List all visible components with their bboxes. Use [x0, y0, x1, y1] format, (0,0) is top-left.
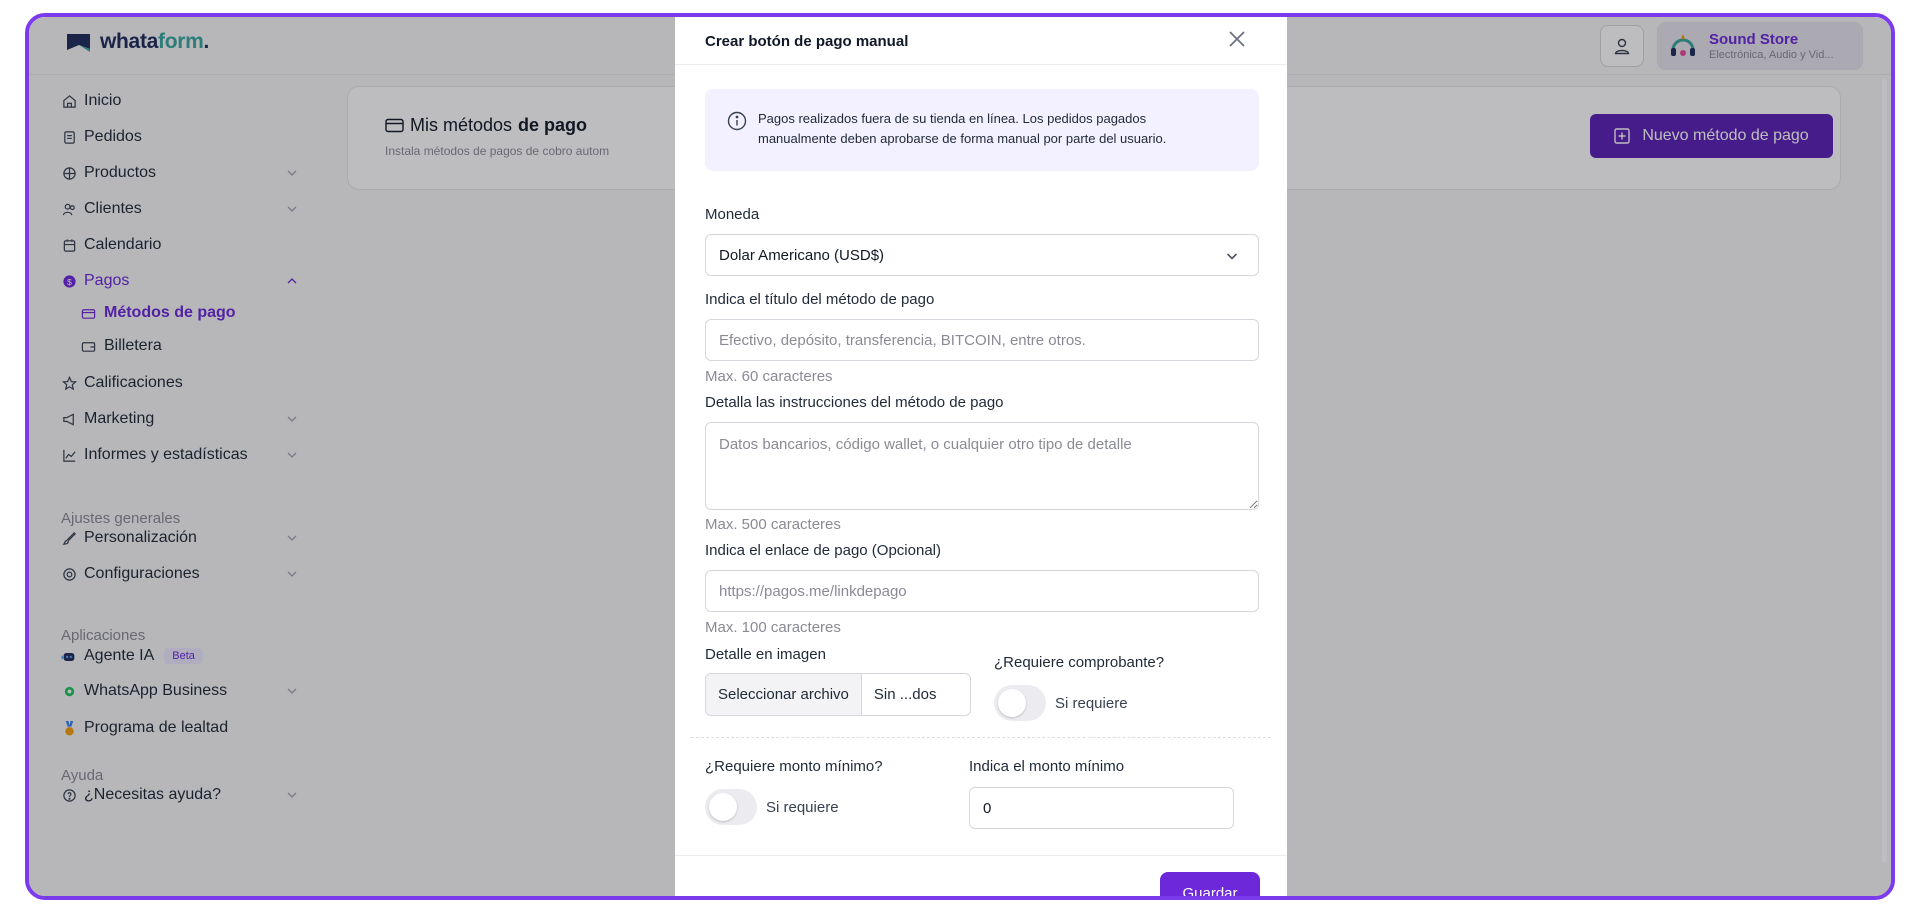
- min-amount-toggle-label: Si requiere: [766, 799, 839, 816]
- info-text: Pagos realizados fuera de su tienda en l…: [758, 111, 1167, 146]
- min-amount-input[interactable]: [969, 787, 1234, 829]
- close-icon[interactable]: [1226, 28, 1248, 50]
- info-banner: Pagos realizados fuera de su tienda en l…: [705, 89, 1259, 171]
- page-scrollbar[interactable]: [1882, 79, 1887, 863]
- toggle-knob: [998, 689, 1026, 717]
- select-file-button[interactable]: Seleccionar archivo: [706, 674, 862, 715]
- image-file-input[interactable]: Seleccionar archivo Sin ...dos: [705, 673, 971, 716]
- info-icon: [727, 111, 747, 131]
- modal-header: Crear botón de pago manual: [675, 17, 1287, 65]
- title-label: Indica el título del método de pago: [705, 291, 935, 308]
- modal-title: Crear botón de pago manual: [705, 33, 909, 50]
- app-frame: whataform. Sound Store Electrónica, Audi…: [25, 13, 1895, 900]
- modal-footer-divider: [675, 855, 1287, 856]
- save-button[interactable]: Guardar: [1160, 872, 1260, 896]
- payment-link-input[interactable]: [705, 570, 1259, 612]
- divider: [691, 737, 1271, 738]
- title-hint: Max. 60 caracteres: [705, 368, 833, 385]
- currency-value: Dolar Americano (USD$): [719, 246, 885, 264]
- receipt-label: ¿Requiere comprobante?: [994, 654, 1165, 671]
- instructions-textarea[interactable]: [705, 422, 1259, 510]
- receipt-toggle[interactable]: [994, 685, 1046, 721]
- link-label: Indica el enlace de pago (Opcional): [705, 542, 941, 559]
- instructions-label: Detalla las instrucciones del método de …: [705, 394, 1004, 411]
- create-manual-payment-modal: Crear botón de pago manual Pagos realiza…: [675, 17, 1287, 896]
- instructions-hint: Max. 500 caracteres: [705, 516, 841, 533]
- file-name: Sin ...dos: [873, 686, 937, 703]
- currency-label: Moneda: [705, 206, 760, 223]
- min-amount-label: Indica el monto mínimo: [969, 758, 1125, 775]
- link-hint: Max. 100 caracteres: [705, 619, 841, 636]
- app: whataform. Sound Store Electrónica, Audi…: [29, 17, 1891, 896]
- currency-select[interactable]: Dolar Americano (USD$): [705, 234, 1259, 276]
- min-amount-required-label: ¿Requiere monto mínimo?: [705, 758, 883, 775]
- toggle-knob: [709, 793, 737, 821]
- receipt-toggle-label: Si requiere: [1055, 695, 1128, 712]
- chevron-down-icon: [1226, 253, 1238, 260]
- min-amount-toggle[interactable]: [705, 789, 757, 825]
- payment-title-input[interactable]: [705, 319, 1259, 361]
- image-label: Detalle en imagen: [705, 646, 826, 663]
